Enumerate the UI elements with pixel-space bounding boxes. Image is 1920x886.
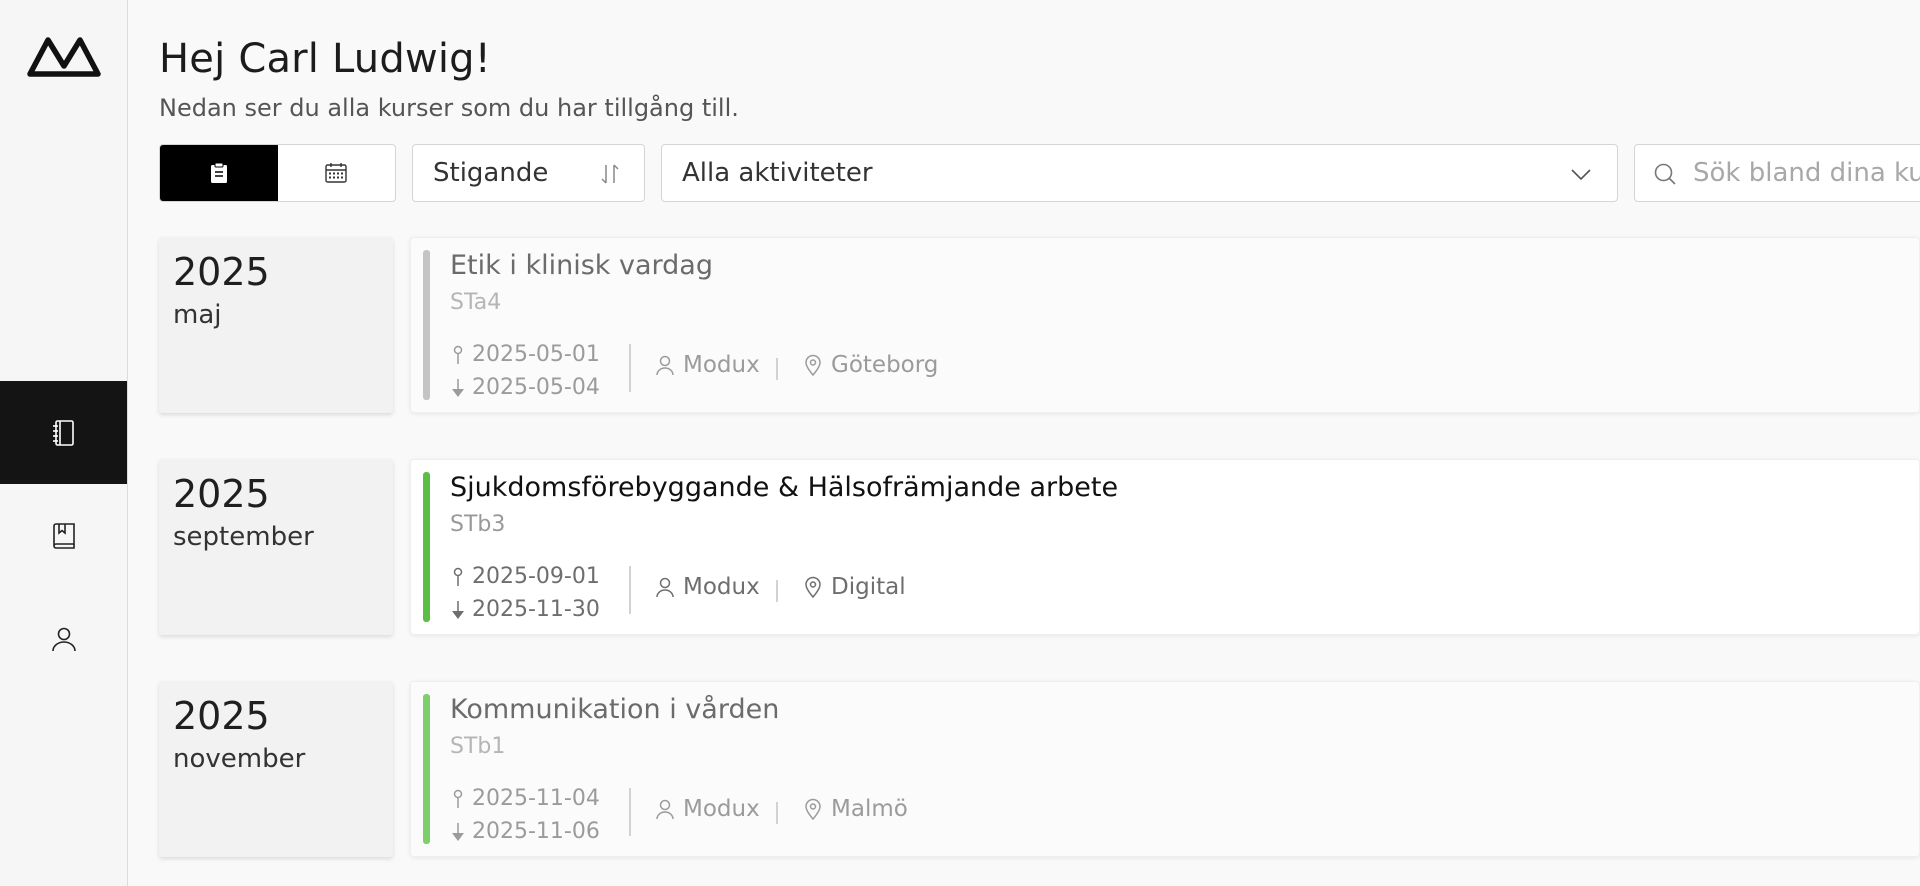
course-status-bar (423, 694, 430, 844)
sort-select-value: Stigande (433, 158, 549, 188)
notebook-icon (52, 419, 74, 446)
bookmark-book-icon (52, 522, 75, 549)
chevron-down-icon (1571, 169, 1591, 181)
course-year: 2025 (173, 250, 270, 294)
sidebar (0, 0, 128, 886)
modux-logo-icon[interactable] (26, 30, 102, 80)
course-year: 2025 (173, 472, 270, 516)
course-title: Kommunikation i vården (450, 694, 780, 725)
course-code: STb3 (450, 512, 506, 537)
search-icon (1654, 163, 1676, 185)
calendar-icon (325, 163, 347, 183)
sidebar-item-library[interactable] (0, 484, 127, 587)
end-pin-icon (452, 378, 464, 397)
course-location: Göteborg (803, 352, 938, 378)
course-row: 2025 september Sjukdomsförebyggande & Hä… (159, 459, 1920, 635)
course-row: 2025 november Kommunikation i vården STb… (159, 681, 1920, 857)
calendar-view-button[interactable] (278, 145, 396, 201)
user-icon (656, 577, 674, 598)
course-organizer: Modux (655, 574, 760, 600)
start-pin-icon (453, 789, 463, 808)
divider (776, 580, 778, 602)
divider (776, 358, 778, 380)
course-status-bar (423, 250, 430, 400)
course-location-name: Digital (831, 574, 906, 600)
sort-icon (601, 164, 619, 184)
course-dates: 2025-05-01 2025-05-04 (450, 338, 600, 404)
end-pin-icon (452, 822, 464, 841)
course-start-date: 2025-11-04 (472, 786, 600, 811)
course-title: Etik i klinisk vardag (450, 250, 713, 281)
user-icon (51, 627, 76, 651)
course-date-card: 2025 november (159, 681, 393, 857)
course-location-name: Malmö (831, 796, 908, 822)
course-row: 2025 maj Etik i klinisk vardag STa4 2025… (159, 237, 1920, 413)
view-toggle (159, 144, 396, 202)
list-view-button[interactable] (160, 145, 278, 201)
sort-select[interactable]: Stigande (412, 144, 645, 202)
location-pin-icon (805, 354, 821, 376)
location-pin-icon (805, 576, 821, 598)
course-month: november (173, 744, 306, 774)
activity-filter-select[interactable]: Alla aktiviteter (661, 144, 1618, 202)
course-organizer-name: Modux (683, 574, 760, 600)
activity-filter-value: Alla aktiviteter (682, 158, 873, 188)
course-organizer: Modux (655, 352, 760, 378)
course-date-card: 2025 maj (159, 237, 393, 413)
user-icon (656, 799, 674, 820)
divider (776, 802, 778, 824)
end-pin-icon (452, 600, 464, 619)
course-dates: 2025-11-04 2025-11-06 (450, 782, 600, 848)
course-dates: 2025-09-01 2025-11-30 (450, 560, 600, 626)
course-organizer: Modux (655, 796, 760, 822)
course-code: STa4 (450, 290, 502, 315)
sidebar-item-courses[interactable] (0, 381, 127, 484)
course-start-date: 2025-09-01 (472, 564, 600, 589)
divider (629, 344, 631, 392)
page-subtitle: Nedan ser du alla kurser som du har till… (159, 94, 739, 122)
course-code: STb1 (450, 734, 506, 759)
user-icon (656, 355, 674, 376)
course-end-date: 2025-05-04 (472, 375, 600, 400)
course-date-card: 2025 september (159, 459, 393, 635)
course-organizer-name: Modux (683, 796, 760, 822)
location-pin-icon (805, 798, 821, 820)
search-input[interactable] (1693, 145, 1920, 201)
start-pin-icon (453, 345, 463, 364)
main-content: Hej Carl Ludwig! Nedan ser du alla kurse… (159, 0, 1920, 886)
course-card[interactable]: Sjukdomsförebyggande & Hälsofrämjande ar… (410, 459, 1920, 635)
app-root: Hej Carl Ludwig! Nedan ser du alla kurse… (0, 0, 1920, 886)
sidebar-item-profile[interactable] (0, 587, 127, 690)
course-end-date: 2025-11-06 (472, 819, 600, 844)
course-title: Sjukdomsförebyggande & Hälsofrämjande ar… (450, 472, 1119, 503)
course-organizer-name: Modux (683, 352, 760, 378)
course-year: 2025 (173, 694, 270, 738)
start-pin-icon (453, 567, 463, 586)
search-field[interactable] (1634, 144, 1920, 202)
course-month: september (173, 522, 314, 552)
course-start-date: 2025-05-01 (472, 342, 600, 367)
course-location-name: Göteborg (831, 352, 939, 378)
course-location: Digital (803, 574, 906, 600)
toolbar: Stigande Alla aktiviteter (159, 144, 1920, 202)
course-end-date: 2025-11-30 (472, 597, 600, 622)
clipboard-icon (210, 162, 227, 183)
page-title: Hej Carl Ludwig! (159, 36, 492, 82)
course-location: Malmö (803, 796, 908, 822)
divider (629, 788, 631, 836)
course-month: maj (173, 300, 222, 330)
course-status-bar (423, 472, 430, 622)
divider (629, 566, 631, 614)
course-card[interactable]: Etik i klinisk vardag STa4 2025-05-01 20… (410, 237, 1920, 413)
course-card[interactable]: Kommunikation i vården STb1 2025-11-04 2… (410, 681, 1920, 857)
